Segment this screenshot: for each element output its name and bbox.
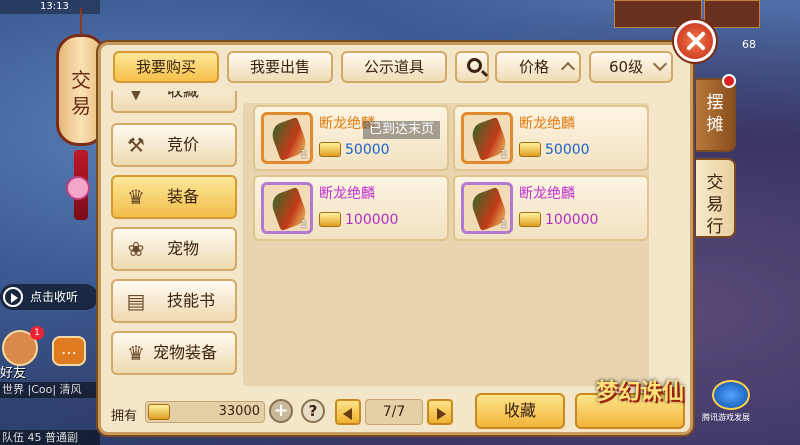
category-label: 宠物 (167, 239, 200, 258)
gavel-icon: ⚒ (127, 133, 145, 157)
category-list[interactable]: ▼ 收藏 ⚒ 竞价 ♛ 装备 ❀ 宠物 ▤ 技能书 ♛ 宠物装备 (111, 91, 241, 387)
item-price-value: 50000 (545, 142, 590, 158)
category-pets[interactable]: ❀ 宠物 (111, 227, 237, 271)
trade-toolbar: 我要购买 我要出售 公示道具 价格 60级 (111, 51, 680, 85)
clock: 13:13 (40, 1, 69, 12)
category-equipment[interactable]: ♛ 装备 (111, 175, 237, 219)
level-filter-dropdown[interactable]: 60级 (589, 51, 673, 83)
bottom-bar: 拥有 33000 + ? 7/7 收藏 (111, 393, 685, 431)
item-qty: 1 (300, 149, 307, 160)
gold-ingot-icon (319, 212, 341, 227)
gold-ingot-icon (319, 142, 341, 157)
item-card[interactable]: 1 断龙绝麟 100000 (253, 175, 449, 241)
game-logo: 梦幻诛仙 (596, 380, 685, 405)
public-items-tab[interactable]: 公示道具 (341, 51, 447, 83)
category-label: 竞价 (167, 135, 200, 154)
chat-button[interactable]: … (52, 336, 86, 366)
category-label: 宠物装备 (153, 343, 218, 362)
item-name: 断龙绝麟 (519, 116, 575, 132)
search-icon (467, 58, 482, 73)
gold-ingot-icon (519, 142, 541, 157)
publisher-label: 腾讯游戏发展 (702, 413, 750, 422)
sell-tab[interactable]: 我要出售 (227, 51, 333, 83)
star-icon: ▼ (128, 91, 144, 103)
tab-market[interactable]: 交易行 (696, 158, 736, 238)
add-gold-button[interactable]: + (269, 399, 293, 423)
category-skill-books[interactable]: ▤ 技能书 (111, 279, 237, 323)
buy-tab[interactable]: 我要购买 (113, 51, 219, 83)
item-price: 50000 (319, 139, 390, 161)
item-qty: 1 (300, 219, 307, 230)
item-name: 断龙绝麟 (519, 186, 575, 202)
item-card[interactable]: 1 断龙绝麟 100000 (453, 175, 649, 241)
category-label: 装备 (167, 187, 200, 206)
item-slot: 1 (261, 182, 313, 234)
gold-ingot-icon (519, 212, 541, 227)
owned-label: 拥有 (111, 409, 138, 424)
category-label: 技能书 (167, 291, 216, 310)
status-bar: 13:13 (0, 0, 100, 14)
item-qty: 1 (500, 149, 507, 160)
help-button[interactable]: ? (301, 399, 325, 423)
sort-price-button[interactable]: 价格 (495, 51, 581, 83)
tab-market-label: 交易行 (706, 173, 724, 237)
item-name: 断龙绝麟 (319, 186, 375, 202)
stall-notification-dot (722, 74, 736, 88)
item-qty: 1 (500, 219, 507, 230)
item-card[interactable]: 1 断龙绝麟 50000 (453, 105, 649, 171)
chat-team-line[interactable]: 队伍 45 普通副 (0, 430, 100, 445)
item-price: 100000 (519, 209, 598, 231)
friends-badge: 1 (30, 326, 44, 340)
gold-balance: 33000 (145, 401, 265, 423)
chat-bubble-icon: … (61, 339, 77, 358)
helmet-icon: ♛ (127, 185, 145, 209)
paw-icon: ❀ (127, 237, 145, 261)
category-pet-gear[interactable]: ♛ 宠物装备 (111, 331, 237, 375)
item-price-value: 100000 (345, 212, 399, 228)
search-button[interactable] (455, 51, 489, 83)
item-price: 100000 (319, 209, 398, 231)
sort-price-label: 价格 (519, 58, 550, 76)
page-indicator: 7/7 (365, 399, 423, 425)
level-filter-label: 60级 (609, 58, 644, 76)
item-slot: 1 (261, 112, 313, 164)
pet-gear-icon: ♛ (127, 341, 145, 365)
gold-balance-value: 33000 (218, 404, 260, 419)
tab-stall[interactable]: 摆摊 (696, 78, 736, 152)
gold-ingot-icon (148, 404, 170, 420)
lantern-charm (66, 176, 90, 200)
item-grid: 1 断龙绝麟 50000 1 断龙绝麟 50000 1 断龙绝麟 100000 … (243, 103, 649, 386)
next-page-button[interactable] (427, 399, 453, 425)
last-page-toast: 已到达末页 (363, 121, 441, 139)
player-level: 68 (742, 38, 756, 51)
voice-play-button[interactable]: 点击收听 (0, 284, 98, 310)
close-button[interactable] (674, 20, 716, 62)
category-label: 收藏 (167, 91, 199, 100)
friends-label: 好友 (0, 366, 27, 381)
chat-world-line[interactable]: 世界 |Coo| 清风 (0, 382, 100, 398)
tab-stall-label: 摆摊 (706, 93, 724, 135)
item-slot: 1 (461, 112, 513, 164)
book-icon: ▤ (126, 289, 146, 313)
panel-title: 交易 (71, 68, 91, 118)
voice-play-label: 点击收听 (30, 290, 79, 304)
play-icon (3, 287, 23, 307)
chevron-up-icon (560, 61, 576, 77)
category-auction[interactable]: ⚒ 竞价 (111, 123, 237, 167)
item-slot: 1 (461, 182, 513, 234)
publisher-logo-icon (712, 380, 750, 410)
player-portrait[interactable] (704, 0, 760, 28)
chevron-down-icon (652, 56, 668, 72)
favorite-button[interactable]: 收藏 (475, 393, 565, 429)
category-favorites[interactable]: ▼ 收藏 (111, 91, 237, 113)
item-price-value: 50000 (345, 142, 390, 158)
prev-page-button[interactable] (335, 399, 361, 425)
item-price-value: 100000 (545, 212, 599, 228)
item-price: 50000 (519, 139, 590, 161)
